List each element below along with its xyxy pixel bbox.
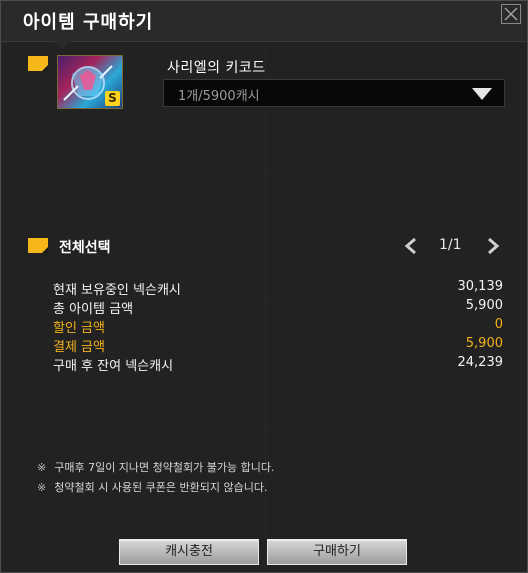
summary-value: 24,239	[457, 355, 504, 370]
cash-recharge-button[interactable]: 캐시충전	[119, 539, 259, 565]
note-marker: ※	[37, 461, 47, 474]
summary-label: 구매 후 잔여 넥슨캐시	[53, 359, 174, 374]
summary-row-payment: 결제 금액 5,900	[53, 336, 503, 355]
summary-row-remaining-cash: 구매 후 잔여 넥슨캐시 24,239	[53, 355, 503, 374]
page-indicator: 1/1	[439, 237, 462, 253]
close-button[interactable]	[501, 4, 521, 24]
note-text: 구매후 7일이 지나면 청약철회가 불가능 합니다.	[54, 461, 275, 474]
close-icon	[504, 7, 518, 21]
title-notch	[53, 41, 71, 49]
chevron-left-icon	[404, 237, 416, 255]
quantity-price-select[interactable]: 1개/5900캐시	[163, 79, 505, 107]
dialog-title: 아이템 구매하기	[23, 12, 154, 33]
pager-prev-button[interactable]	[403, 237, 419, 255]
purchase-notes: ※ 구매후 7일이 지나면 청약철회가 불가능 합니다. ※ 청약철회 시 사용된 …	[37, 459, 274, 499]
summary-value: 5,900	[465, 298, 503, 313]
summary-label: 결제 금액	[53, 340, 105, 355]
note-item: ※ 구매후 7일이 지나면 청약철회가 불가능 합니다.	[37, 459, 274, 479]
item-flag-icon	[28, 56, 48, 71]
select-all-label[interactable]: 전체선택	[59, 237, 111, 257]
note-marker: ※	[37, 481, 47, 494]
item-thumbnail: S	[57, 55, 123, 109]
summary-label: 할인 금액	[53, 321, 105, 336]
summary-label: 현재 보유중인 넥슨캐시	[53, 283, 181, 298]
grade-badge: S	[105, 91, 120, 106]
summary-value: 0	[494, 317, 503, 332]
select-all-flag-icon	[28, 238, 48, 253]
purchase-button[interactable]: 구매하기	[267, 539, 407, 565]
note-text: 청약철회 시 사용된 쿠폰은 반환되지 않습니다.	[54, 481, 268, 494]
summary-value: 30,139	[457, 279, 504, 294]
pager-next-button[interactable]	[485, 237, 501, 255]
dropdown-arrow-icon	[472, 88, 492, 100]
summary-label: 총 아이템 금액	[53, 302, 134, 317]
price-summary: 현재 보유중인 넥슨캐시 30,139 총 아이템 금액 5,900 할인 금액…	[53, 279, 503, 374]
chevron-right-icon	[488, 237, 500, 255]
title-bar: 아이템 구매하기	[1, 1, 527, 42]
selected-option: 1개/5900캐시	[178, 89, 260, 104]
summary-row-current-cash: 현재 보유중인 넥슨캐시 30,139	[53, 279, 503, 298]
summary-row-discount: 할인 금액 0	[53, 317, 503, 336]
purchase-dialog: 아이템 구매하기 S 사리엘의 키코드 1개/5900캐시 전체선택 1/1 현…	[0, 0, 528, 573]
note-item: ※ 청약철회 시 사용된 쿠폰은 반환되지 않습니다.	[37, 479, 274, 499]
summary-value: 5,900	[465, 336, 503, 351]
summary-row-total-price: 총 아이템 금액 5,900	[53, 298, 503, 317]
item-name: 사리엘의 키코드	[167, 60, 266, 76]
